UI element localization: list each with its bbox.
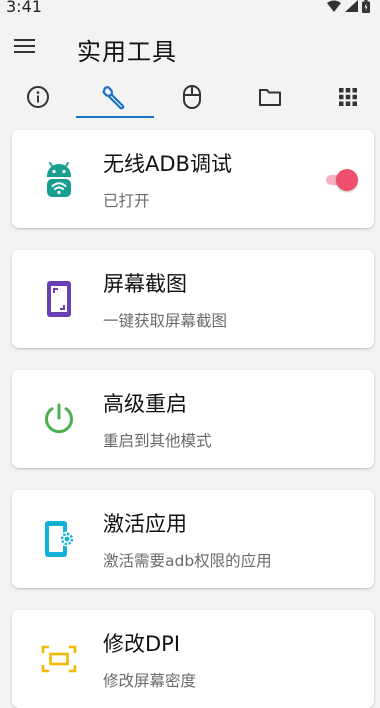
tab-bar xyxy=(0,76,380,120)
tool-title: 修改DPI xyxy=(103,632,181,656)
tool-subtitle: 重启到其他模式 xyxy=(103,432,212,450)
hamburger-menu-icon xyxy=(14,39,35,53)
tool-card-activate-apps[interactable]: 激活应用 激活需要adb权限的应用 xyxy=(12,490,374,588)
tab-mouse[interactable] xyxy=(154,76,230,118)
wifi-icon xyxy=(327,0,341,12)
wrench-icon xyxy=(102,85,125,110)
status-time: 3:41 xyxy=(6,0,42,16)
mouse-icon xyxy=(183,85,201,109)
screenshot-icon xyxy=(40,279,78,319)
tool-card-advanced-reboot[interactable]: 高级重启 重启到其他模式 xyxy=(12,370,374,468)
wireless-adb-toggle[interactable] xyxy=(324,168,360,192)
page-title: 实用工具 xyxy=(77,38,177,66)
tab-files[interactable] xyxy=(232,76,308,118)
tool-title: 屏幕截图 xyxy=(103,272,187,296)
tool-subtitle: 修改屏幕密度 xyxy=(103,672,197,690)
tool-card-screenshot[interactable]: 屏幕截图 一键获取屏幕截图 xyxy=(12,250,374,348)
signal-icon xyxy=(345,0,358,12)
tab-tools[interactable] xyxy=(76,76,152,118)
menu-button[interactable] xyxy=(14,38,42,62)
tool-title: 高级重启 xyxy=(103,392,187,416)
status-icons xyxy=(327,0,370,14)
tool-title: 无线ADB调试 xyxy=(103,152,232,176)
toggle-thumb xyxy=(336,169,358,191)
tab-apps[interactable] xyxy=(310,76,380,118)
tool-title: 激活应用 xyxy=(103,512,187,536)
phone-settings-icon xyxy=(40,519,78,559)
app-bar: 实用工具 xyxy=(0,18,380,80)
tab-info[interactable] xyxy=(0,76,76,118)
tool-subtitle: 激活需要adb权限的应用 xyxy=(103,552,272,570)
tool-subtitle: 一键获取屏幕截图 xyxy=(103,312,228,330)
android-wifi-icon xyxy=(40,159,78,199)
info-icon xyxy=(27,86,49,108)
folder-icon xyxy=(259,89,281,106)
tool-subtitle: 已打开 xyxy=(103,192,150,210)
grid-icon xyxy=(339,88,357,106)
tool-card-wireless-adb[interactable]: 无线ADB调试 已打开 xyxy=(12,130,374,228)
battery-icon xyxy=(362,0,370,13)
dpi-icon xyxy=(40,639,78,679)
selected-tab-indicator xyxy=(76,116,154,118)
tool-card-change-dpi[interactable]: 修改DPI 修改屏幕密度 xyxy=(12,610,374,708)
power-icon xyxy=(40,399,78,439)
status-bar: 3:41 xyxy=(0,0,380,18)
